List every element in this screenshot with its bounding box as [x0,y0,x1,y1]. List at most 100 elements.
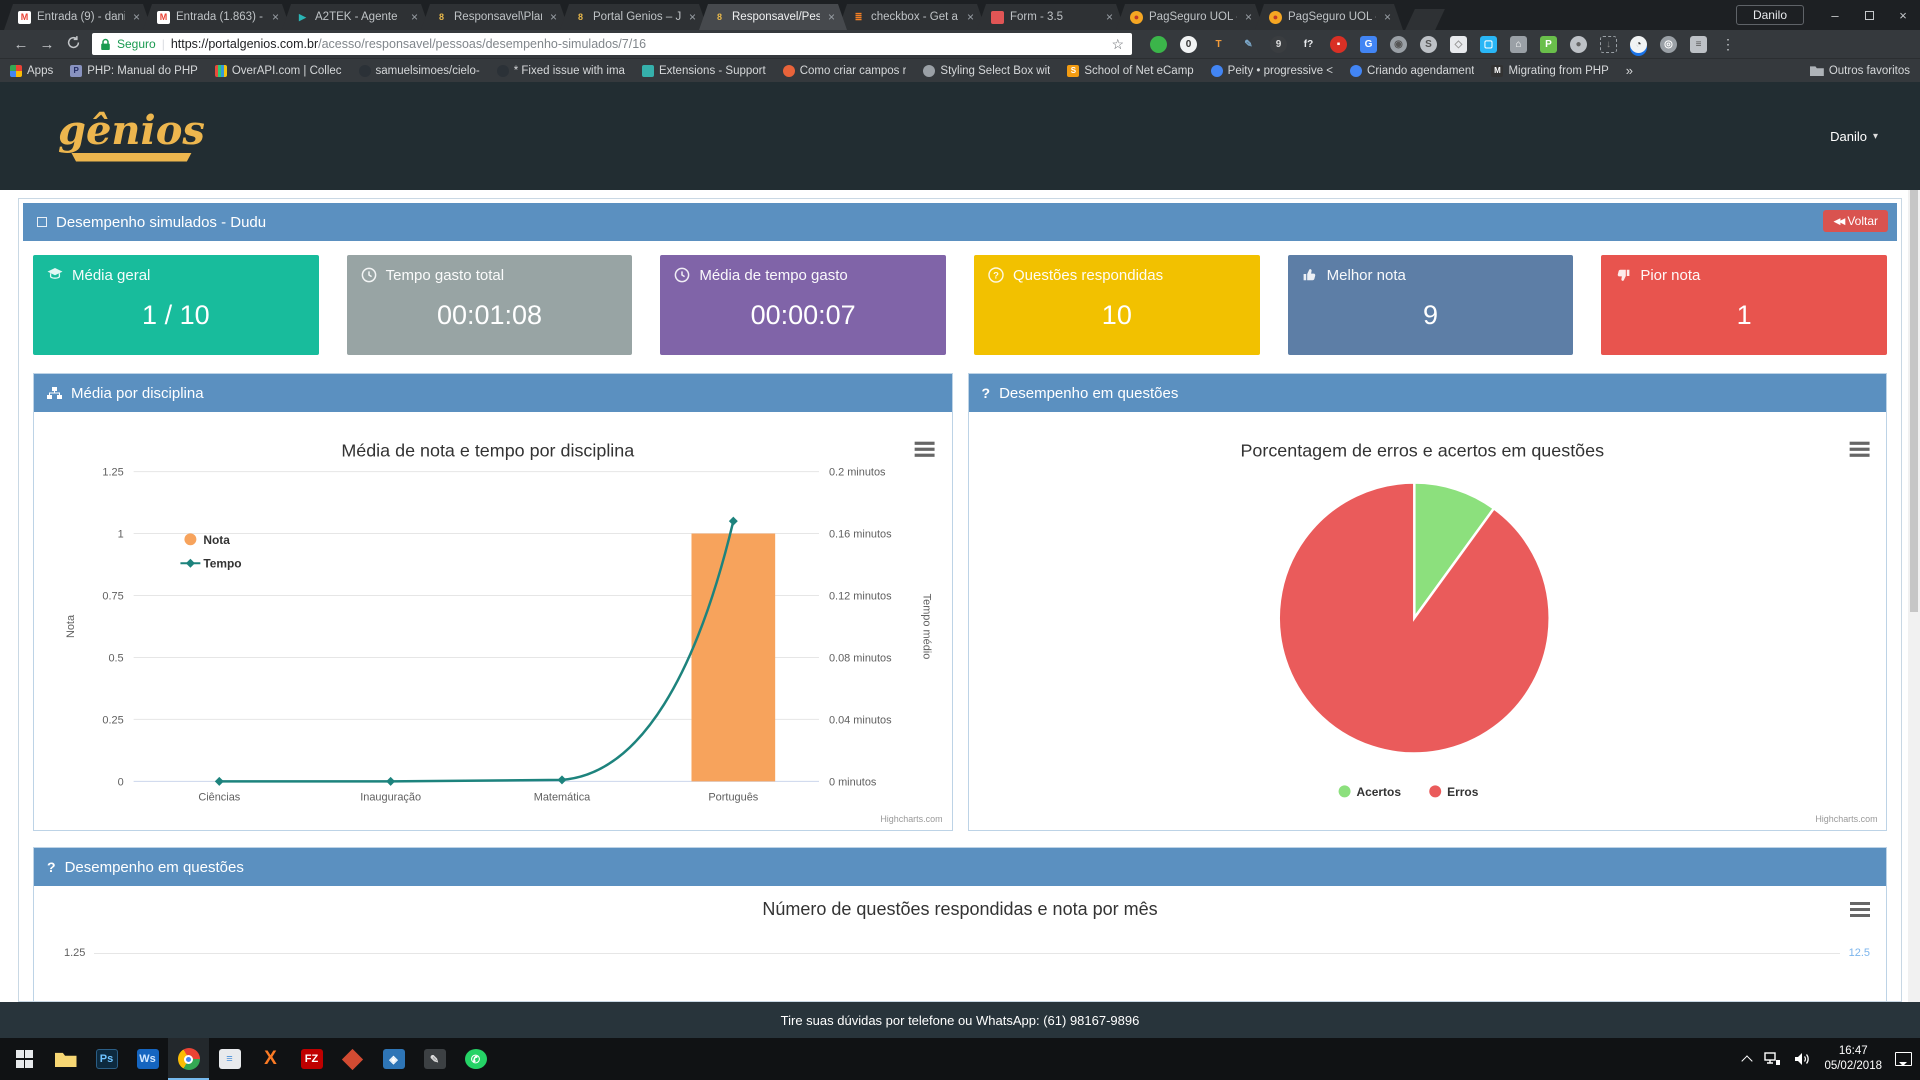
speed-gauge-icon[interactable]: ◔ [1630,36,1647,53]
tab-close-icon[interactable]: × [1104,10,1115,24]
scrollbar[interactable] [1908,190,1920,1002]
tab-label: Responsavel/Pessoas [732,11,820,23]
chart-legend[interactable]: AcertosErros [1338,785,1478,799]
person-icon[interactable]: ● [1570,36,1587,53]
tab-pagseguro[interactable]: ●PagSeguro UOL - De× [1116,4,1264,30]
bookmark-item[interactable]: OverAPI.com | Collec [215,65,342,77]
other-bookmarks-button[interactable]: Outros favoritos [1810,65,1910,77]
bookmark-item[interactable]: Como criar campos r [783,65,907,77]
site-logo[interactable]: gênios [58,111,205,162]
bookmark-item[interactable]: MMigrating from PHP [1491,65,1608,77]
ruler-icon[interactable]: T [1210,36,1227,53]
stat-cards-row: Média geral1 / 10Tempo gasto total00:01:… [33,255,1887,355]
google-translate-icon[interactable]: G [1360,36,1377,53]
tab-close-icon[interactable]: × [965,10,976,24]
s-badge-icon[interactable]: S [1420,36,1437,53]
bookmark-item[interactable]: * Fixed issue with ima [497,65,625,77]
bookmark-item[interactable]: Criando agendament [1350,65,1474,77]
pagseguro-icon: ● [1130,11,1143,24]
taskbar-icon-blue-app[interactable]: ◈ [373,1038,414,1080]
scrollbar-thumb[interactable] [1910,190,1918,612]
taskbar-icon-dark-pen[interactable]: ✎ [414,1038,455,1080]
browser-menu-icon[interactable]: ⋮ [1721,36,1735,53]
taskbar-icon-git-diamond[interactable] [332,1038,373,1080]
profile-button[interactable]: Danilo [1736,5,1804,25]
maximize-icon[interactable] [1852,0,1886,30]
blue-dot-icon [1211,65,1223,77]
tab-close-icon[interactable]: × [1382,10,1393,24]
highcharts-credit[interactable]: Highcharts.com [1815,814,1877,824]
tab-gmail[interactable]: MEntrada (9) - danilo.n× [4,4,152,30]
volume-icon[interactable] [1794,1052,1811,1066]
dark-badge-icon[interactable]: 9 [1270,36,1287,53]
back-button[interactable]: ◀◀ Voltar [1823,210,1888,232]
tab-form[interactable]: Form - 3.5× [977,4,1125,30]
bookmark-item[interactable]: PPHP: Manual do PHP [70,65,198,77]
taskbar-icon-notepad[interactable]: ≡ [209,1038,250,1080]
back-icon[interactable]: ← [8,36,34,53]
tab-close-icon[interactable]: × [409,10,420,24]
taskbar-icon-start[interactable] [4,1038,45,1080]
taskbar-icon-filezilla[interactable]: FZ [291,1038,332,1080]
new-tab-button[interactable] [1405,9,1445,30]
tv-icon[interactable]: ▢ [1480,36,1497,53]
opera-zero-icon[interactable]: 0 [1180,36,1197,53]
taskbar-icon-file-explorer[interactable] [45,1038,86,1080]
tab-genios[interactable]: 8Responsavel/Pessoas× [699,4,847,30]
chart-menu-icon[interactable] [915,442,935,457]
forward-icon[interactable]: → [34,36,60,53]
tab-genios[interactable]: 8Portal Genios – Just a× [560,4,708,30]
tab-close-icon[interactable]: × [826,10,837,24]
taskbar-icon-photoshop[interactable]: Ps [86,1038,127,1080]
close-icon[interactable]: × [1886,0,1920,30]
ghost-icon[interactable]: ↓ [1600,36,1617,53]
network-icon[interactable] [1764,1052,1781,1066]
taskbar-icon-ws-app[interactable]: Ws [127,1038,168,1080]
bookmarks-overflow-icon[interactable]: » [1626,63,1633,78]
tab-close-icon[interactable]: × [131,10,142,24]
film-reel-icon[interactable]: ◉ [1390,36,1407,53]
stop-hand-icon[interactable]: ▪ [1330,36,1347,53]
notification-center-icon[interactable] [1895,1052,1912,1066]
chevron-up-icon[interactable] [1742,1055,1753,1066]
taskbar-icon-xampp[interactable]: X [250,1038,291,1080]
tab-close-icon[interactable]: × [1243,10,1254,24]
bookmark-star-icon[interactable]: ☆ [1111,36,1124,53]
print-friendly-icon[interactable]: P [1540,36,1557,53]
bookmark-item[interactable]: Styling Select Box wit [923,65,1050,77]
bookmark-item[interactable]: Peity • progressive < [1211,65,1333,77]
highcharts-credit[interactable]: Highcharts.com [880,814,942,824]
status-green-icon[interactable] [1150,36,1167,53]
building-icon[interactable]: ⌂ [1510,36,1527,53]
tab-close-icon[interactable]: × [687,10,698,24]
tab-a2tek[interactable]: ▶A2TEK - Agente× [282,4,430,30]
tab-close-icon[interactable]: × [270,10,281,24]
chart-legend[interactable]: NotaTempo [180,533,241,571]
y-right-tick: 0.2 minutos [829,467,886,479]
reload-icon[interactable] [60,35,86,54]
notes-icon[interactable]: ≡ [1690,36,1707,53]
chart-menu-icon[interactable] [1850,902,1870,920]
bookmark-item[interactable]: samuelsimoes/cielo- [359,65,480,77]
minimize-icon[interactable]: – [1818,0,1852,30]
tab-stackoverflow[interactable]: ≣checkbox - Get a list× [838,4,986,30]
bookmark-item[interactable]: Apps [10,65,53,77]
tab-gmail[interactable]: MEntrada (1.863) - mar× [143,4,291,30]
chart-menu-icon[interactable] [1849,442,1869,457]
camera-icon[interactable]: ◎ [1660,36,1677,53]
tab-close-icon[interactable]: × [548,10,559,24]
bookmark-label: Peity • progressive < [1228,65,1333,77]
address-bar[interactable]: Seguro | https://portalgenios.com.br/ace… [92,33,1132,55]
taskbar-icon-chrome[interactable] [168,1038,209,1080]
user-menu[interactable]: Danilo ▾ [1830,129,1878,144]
tab-genios[interactable]: 8Responsavel\Planos× [421,4,569,30]
bookmark-item[interactable]: SSchool of Net eCamp [1067,65,1193,77]
bookmark-item[interactable]: Extensions - Support [642,65,766,77]
taskbar-icon-whatsapp[interactable]: ✆ [455,1038,496,1080]
fquestion-icon[interactable]: f? [1300,36,1317,53]
taskbar-clock[interactable]: 16:47 05/02/2018 [1824,1044,1882,1074]
url-text[interactable]: https://portalgenios.com.br/acesso/respo… [171,37,1106,51]
tab-pagseguro[interactable]: ●PagSeguro UOL - Ex× [1255,4,1403,30]
cube-icon[interactable]: ◇ [1450,36,1467,53]
pen-icon[interactable]: ✎ [1240,36,1257,53]
